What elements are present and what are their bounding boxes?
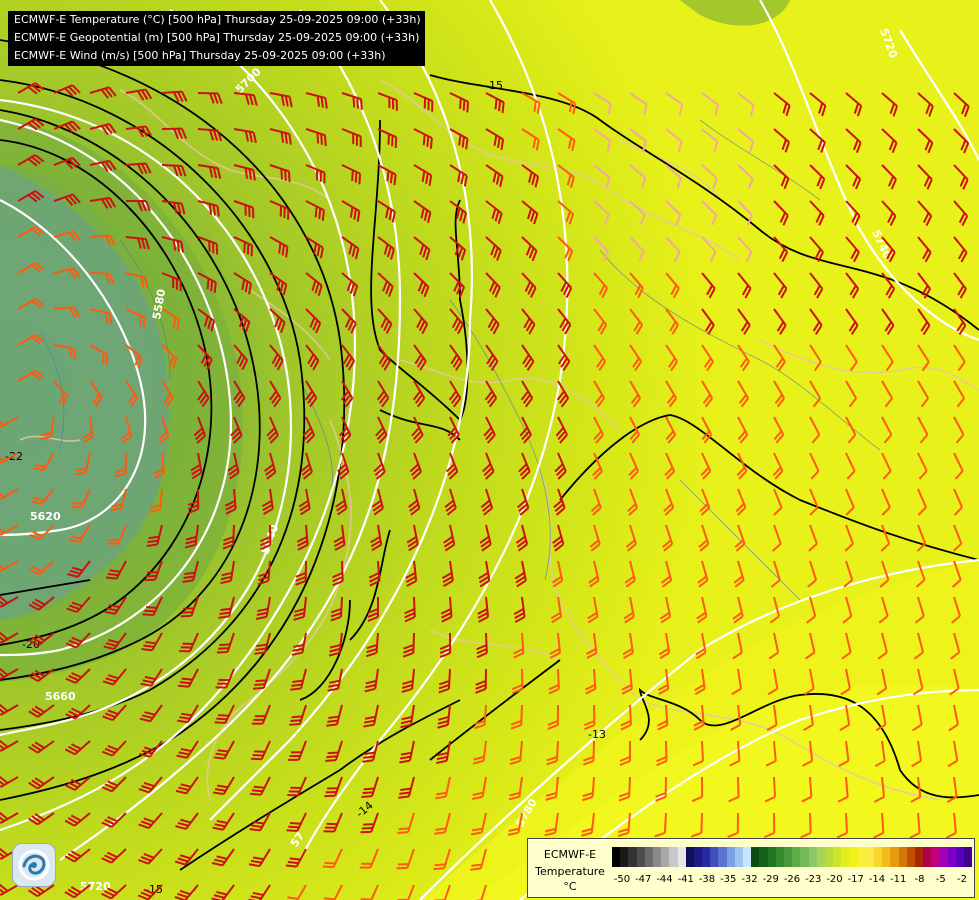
weather-map: -15 -13 -14 -15 -20 -22 5700 5720 5740 5…	[0, 0, 979, 900]
legend-swatch	[702, 847, 711, 867]
legend-tick-label: -50	[613, 874, 631, 885]
legend-tick-label: -20	[826, 874, 843, 885]
legend-swatch	[939, 847, 948, 867]
legend-swatch	[612, 847, 621, 867]
legend-swatch	[685, 847, 694, 867]
legend-tick-label: -17	[847, 874, 864, 885]
legend-swatch	[734, 847, 743, 867]
svg-text:5660: 5660	[45, 690, 76, 703]
legend-swatch	[914, 847, 924, 867]
legend-swatch	[808, 847, 817, 867]
legend-swatch	[857, 847, 866, 867]
legend-swatch	[833, 847, 842, 867]
legend-swatch	[906, 847, 915, 867]
legend-swatch	[759, 847, 768, 867]
legend-parameter: Temperature	[535, 865, 605, 878]
legend-ticks: -50 -47 -44 -41 -38 -35 -32 -29 -26 -23 -20 -17 -14-…	[612, 874, 972, 888]
legend-swatch	[964, 847, 973, 867]
legend-swatch	[800, 847, 809, 867]
legend-swatch	[677, 847, 686, 867]
legend-swatch	[693, 847, 703, 867]
legend-swatch	[669, 847, 678, 867]
legend-swatch	[874, 847, 883, 867]
legend-color-bar	[612, 847, 973, 867]
legend-swatch	[620, 847, 629, 867]
legend-swatch	[743, 847, 752, 867]
legend-swatch	[792, 847, 801, 867]
title-wind: ECMWF-E Wind (m/s) [500 hPa] Thursday 25…	[14, 49, 386, 62]
legend-swatch	[636, 847, 645, 867]
map-title-box: ECMWF-E Temperature (°C) [500 hPa] Thurs…	[8, 11, 425, 66]
legend-swatch	[824, 847, 834, 867]
legend-swatch	[849, 847, 858, 867]
temperature-legend: ECMWF-E Temperature °C -50 -47 -44 -41 -38 -3…	[527, 838, 975, 898]
legend-swatch	[726, 847, 735, 867]
legend-swatch	[865, 847, 874, 867]
legend-swatch	[652, 847, 662, 867]
legend-swatch	[898, 847, 907, 867]
legend-tick-label: -44	[656, 874, 673, 885]
legend-tick-label: -47	[635, 874, 652, 885]
legend-model: ECMWF-E	[543, 848, 597, 861]
legend-swatch	[955, 847, 965, 867]
legend-swatch	[661, 847, 670, 867]
legend-swatch	[923, 847, 932, 867]
legend-swatch	[841, 847, 850, 867]
legend-swatch	[816, 847, 825, 867]
legend-swatch	[775, 847, 784, 867]
svg-text:5620: 5620	[30, 510, 61, 523]
legend-swatch	[628, 847, 637, 867]
legend-tick-label: -2	[957, 874, 967, 885]
legend-tick-label: -8	[914, 874, 925, 885]
legend-tick-label: -38	[698, 874, 716, 885]
legend-swatch	[751, 847, 760, 867]
title-geopotential: ECMWF-E Geopotential (m) [500 hPa] Thurs…	[14, 31, 420, 44]
legend-tick-label: -29	[762, 874, 779, 885]
legend-tick-label: -41	[677, 874, 694, 885]
legend-tick-label: -35	[720, 874, 737, 885]
weather-logo-icon	[18, 849, 50, 881]
legend-tick-label: -32	[741, 874, 758, 885]
legend-swatch	[890, 847, 899, 867]
logo	[12, 843, 56, 887]
legend-tick-label: -26	[783, 874, 801, 885]
legend-tick-label: -14	[868, 874, 886, 885]
legend-swatch	[710, 847, 719, 867]
legend-tick-label: -5	[935, 874, 946, 885]
legend-swatch	[931, 847, 940, 867]
legend-unit: °C	[563, 880, 577, 893]
title-temperature: ECMWF-E Temperature (°C) [500 hPa] Thurs…	[14, 13, 421, 26]
legend-swatch	[644, 847, 653, 867]
legend-tick-label: -11	[890, 874, 907, 885]
legend-swatch	[718, 847, 727, 867]
legend-swatch	[783, 847, 793, 867]
legend-swatch	[767, 847, 776, 867]
legend-tick-label: -23	[805, 874, 822, 885]
svg-text:-22: -22	[5, 450, 23, 463]
legend-swatch	[882, 847, 891, 867]
legend-swatch	[947, 847, 956, 867]
svg-text:-15: -15	[485, 79, 503, 92]
svg-text:-13: -13	[588, 728, 606, 741]
